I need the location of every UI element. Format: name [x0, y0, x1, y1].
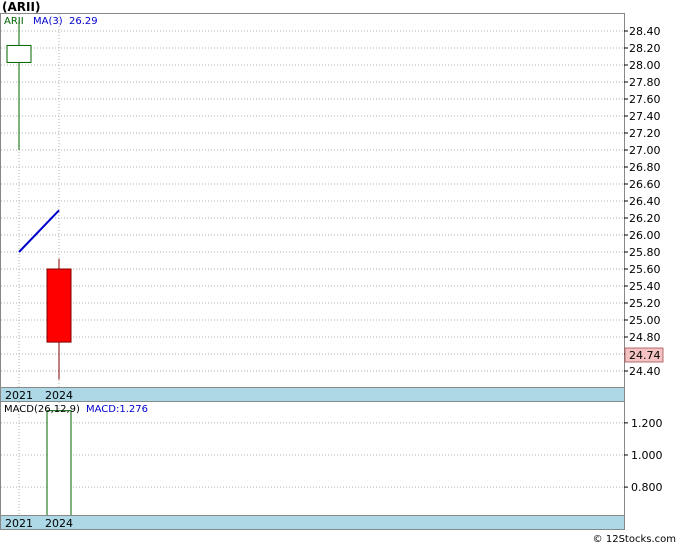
candle-body-2021	[6, 44, 32, 63]
last-price-marker: 24.74	[624, 347, 664, 363]
price-tick-label: 25.60	[629, 263, 661, 276]
price-x-axis-strip	[0, 387, 625, 402]
price-tick-label: 24.80	[629, 331, 661, 344]
price-tick-label: 26.40	[629, 195, 661, 208]
stock-chart: (ARII) 28.40 28.20 28.00 27.80 27.60 27.40 27.…	[0, 0, 676, 545]
watermark: © 12Stocks.com	[593, 534, 676, 545]
candle-body-2024	[46, 268, 72, 343]
macd-x-tick-label: 2021	[5, 517, 33, 530]
price-tick-label: 26.60	[629, 178, 661, 191]
macd-y-axis: 1.200 1.000 0.800	[624, 417, 663, 494]
price-panel: 28.40 28.20 28.00 27.80 27.60 27.40 27.20 27.00…	[0, 13, 664, 402]
legend-ma-label: MA(3)	[33, 16, 63, 27]
legend-ma-value: 26.29	[69, 16, 98, 27]
price-tick-label: 27.40	[629, 110, 661, 123]
price-tick-label: 25.20	[629, 297, 661, 310]
price-tick-label: 27.60	[629, 93, 661, 106]
price-y-axis: 28.40 28.20 28.00 27.80 27.60 27.40 27.20 27.00…	[624, 25, 661, 378]
price-tick-label: 28.20	[629, 42, 661, 55]
macd-x-axis-strip	[0, 515, 625, 530]
macd-tick-label: 0.800	[631, 481, 663, 494]
macd-tick-label: 1.000	[631, 449, 663, 462]
price-tick-label: 24.40	[629, 365, 661, 378]
price-tick-label: 25.80	[629, 246, 661, 259]
macd-x-tick-label: 2024	[45, 517, 73, 530]
legend-symbol: ARII	[4, 16, 24, 27]
price-tick-label: 27.80	[629, 76, 661, 89]
price-tick-label: 27.20	[629, 127, 661, 140]
price-x-tick-label: 2021	[5, 389, 33, 402]
macd-label: MACD(26,12,9)	[4, 404, 80, 415]
macd-panel: 1.200 1.000 0.800 MACD(26,12,9) MACD:1.276…	[0, 401, 663, 530]
price-tick-label: 28.40	[629, 25, 661, 38]
price-tick-label: 27.00	[629, 144, 661, 157]
price-tick-label: 26.20	[629, 212, 661, 225]
price-x-tick-label: 2024	[45, 389, 73, 402]
price-tick-label: 28.00	[629, 59, 661, 72]
price-tick-label: 25.00	[629, 314, 661, 327]
macd-bar-2024	[46, 410, 72, 517]
last-price-value: 24.74	[629, 349, 661, 362]
macd-value-label: MACD:1.276	[86, 404, 148, 415]
price-tick-label: 26.80	[629, 161, 661, 174]
chart-title: (ARII)	[2, 0, 40, 14]
macd-marks	[46, 410, 72, 517]
price-tick-label: 26.00	[629, 229, 661, 242]
macd-tick-label: 1.200	[631, 417, 663, 430]
macd-plot-frame	[0, 401, 625, 516]
price-tick-label: 25.40	[629, 280, 661, 293]
